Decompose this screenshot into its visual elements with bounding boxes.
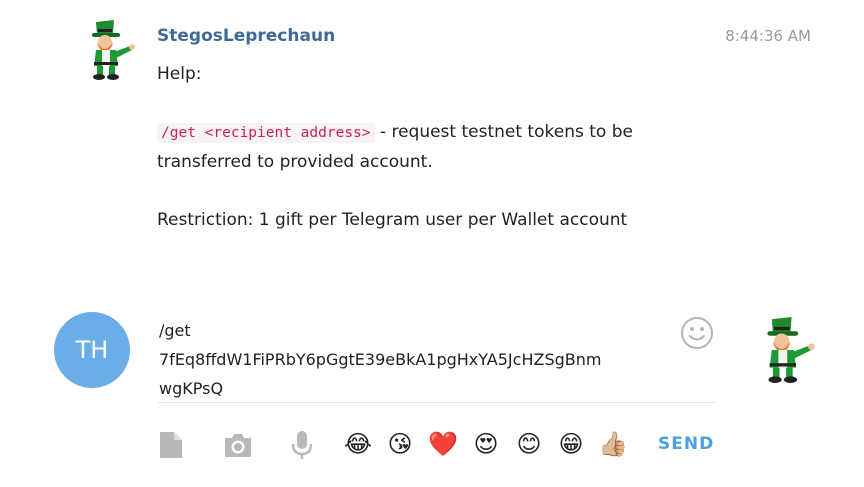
input-underline	[158, 402, 716, 403]
send-button[interactable]: SEND	[658, 434, 714, 454]
emoji-heart[interactable]: ❤️	[427, 428, 459, 460]
emoji-grin[interactable]: 😁	[555, 428, 587, 460]
emoji-kiss[interactable]: 😘	[384, 428, 416, 460]
camera-icon[interactable]	[221, 428, 255, 462]
smiley-icon[interactable]	[680, 316, 714, 350]
message-sender[interactable]: StegosLeprechaun	[157, 26, 335, 46]
message-timestamp: 8:44:36 AM	[725, 27, 811, 45]
emoji-blush[interactable]: 😊	[513, 428, 545, 460]
emoji-thumbs-up[interactable]: 👍🏼	[597, 428, 629, 460]
emoji-heart-eyes[interactable]: 😍	[470, 428, 502, 460]
command-description: /get <recipient address> - request testn…	[157, 118, 717, 177]
microphone-icon[interactable]	[285, 428, 319, 462]
chat-window: StegosLeprechaun 8:44:36 AM Help: /get <…	[0, 0, 864, 487]
bot-avatar-leprechaun-icon[interactable]	[752, 312, 818, 388]
command-code: /get <recipient address>	[157, 123, 375, 143]
help-label: Help:	[157, 64, 202, 84]
leprechaun-icon[interactable]	[78, 18, 138, 82]
emoji-joy[interactable]: 😂	[342, 428, 374, 460]
user-avatar[interactable]: TH	[54, 312, 130, 388]
document-icon[interactable]	[154, 428, 188, 462]
restriction-text: Restriction: 1 gift per Telegram user pe…	[157, 210, 628, 230]
message-input[interactable]: /get 7fEq8ffdW1FiPRbY6pGgtE39eBkA1pgHxYA…	[159, 316, 659, 403]
message-body: Help: /get <recipient address> - request…	[157, 60, 717, 235]
